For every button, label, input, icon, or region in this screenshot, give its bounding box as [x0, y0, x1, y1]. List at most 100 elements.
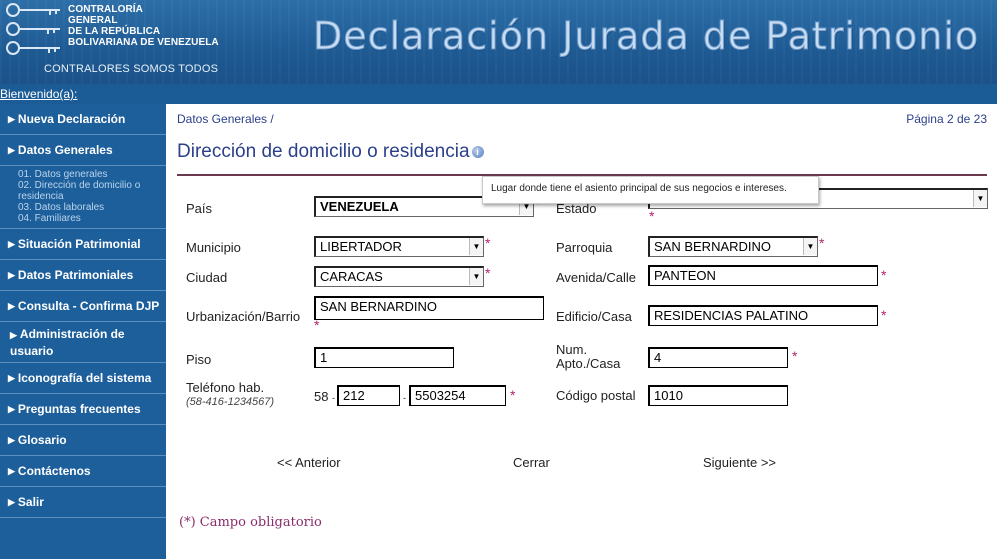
ciudad-value: CARACAS: [320, 269, 383, 284]
ciudad-select[interactable]: CARACAS ▼: [314, 266, 484, 287]
dropdown-arrow-icon: ▼: [973, 190, 987, 207]
apto-label-line2: Apto./Casa: [556, 356, 621, 371]
sidebar-item-label: Administración de usuario: [10, 326, 125, 358]
caret-right-icon: ▶: [8, 403, 15, 414]
telefono-area-input[interactable]: 212: [337, 385, 400, 406]
telefono-label: Teléfono hab. (58-416-1234567): [186, 381, 274, 409]
urbanizacion-label: Urbanización/Barrio: [186, 309, 301, 324]
sidebar: ▶ Nueva Declaración ▶ Datos Generales 01. …: [0, 104, 166, 559]
estado-required-mark: *: [649, 208, 655, 224]
municipio-select[interactable]: LIBERTADOR ▼: [314, 236, 484, 257]
caret-right-icon: ▶: [8, 113, 15, 124]
urbanizacion-input[interactable]: SAN BERNARDINO: [314, 296, 544, 320]
caret-right-icon: ▶: [8, 238, 15, 249]
section-title-text: Dirección de domicilio o residencia: [177, 141, 470, 162]
sidebar-item-glosario[interactable]: ▶ Glosario: [0, 425, 166, 456]
subnav-item-datos-laborales[interactable]: 03. Datos laborales: [18, 202, 166, 213]
municipio-value: LIBERTADOR: [320, 239, 402, 254]
organization-name: CONTRALORÍA GENERAL DE LA REPÚBLICA BOLI…: [68, 4, 219, 48]
main-content: Datos Generales / Página 2 de 23 Direcci…: [166, 104, 997, 559]
apto-input[interactable]: 4: [648, 347, 788, 368]
sidebar-item-preguntas[interactable]: ▶ Preguntas frecuentes: [0, 394, 166, 425]
required-footnote: (*) Campo obligatorio: [179, 515, 322, 530]
caret-right-icon: ▶: [8, 434, 15, 445]
edificio-input[interactable]: RESIDENCIAS PALATINO: [648, 305, 878, 326]
sidebar-item-datos-patrimoniales[interactable]: ▶ Datos Patrimoniales: [0, 260, 166, 291]
telefono-hint: (58-416-1234567): [186, 396, 275, 408]
welcome-link[interactable]: Bienvenido(a):: [0, 87, 77, 101]
caret-right-icon: ▶: [10, 329, 17, 340]
org-line-3: DE LA REPÚBLICA: [68, 26, 161, 37]
sidebar-item-nueva-declaracion[interactable]: ▶ Nueva Declaración: [0, 104, 166, 135]
header-banner: CONTRALORÍA GENERAL DE LA REPÚBLICA BOLI…: [0, 0, 997, 84]
sidebar-item-label: Preguntas frecuentes: [17, 402, 141, 416]
sidebar-item-salir[interactable]: ▶ Salir: [0, 487, 166, 518]
apto-label-line1: Num.: [556, 342, 588, 357]
sidebar-item-administracion[interactable]: ▶ Administración de usuario: [0, 322, 166, 363]
dropdown-arrow-icon: ▼: [469, 268, 483, 285]
sidebar-item-consulta[interactable]: ▶ Consulta - Confirma DJP: [0, 291, 166, 322]
avenida-input[interactable]: PANTEON: [648, 265, 878, 286]
telefono-separator: -: [332, 393, 335, 403]
municipio-required-mark: *: [485, 235, 491, 251]
org-line-2: GENERAL: [68, 15, 118, 26]
urbanizacion-required-mark: *: [314, 317, 320, 333]
sidebar-item-label: Consulta - Confirma DJP: [17, 299, 160, 313]
keys-logo-icon: [6, 3, 60, 55]
subnav-item-datos-generales[interactable]: 01. Datos generales: [18, 169, 166, 180]
sidebar-item-label: Salir: [17, 495, 44, 509]
section-title: Dirección de domicilio o residencia i: [177, 141, 484, 163]
caret-right-icon: ▶: [8, 465, 15, 476]
postal-label: Código postal: [556, 388, 636, 403]
apto-required-mark: *: [792, 348, 798, 364]
edificio-label: Edificio/Casa: [556, 309, 632, 324]
telefono-required-mark: *: [510, 387, 516, 403]
pais-label: País: [186, 201, 213, 216]
info-icon[interactable]: i: [471, 145, 484, 158]
dropdown-arrow-icon: ▼: [469, 238, 483, 255]
pais-value: VENEZUELA: [320, 199, 399, 214]
org-line-4: BOLIVARIANA DE VENEZUELA: [68, 37, 219, 48]
subnav-item-familiares[interactable]: 04. Familiares: [18, 213, 166, 224]
subnav-item-direccion[interactable]: 02. Dirección de domicilio o residencia: [18, 180, 166, 202]
close-link[interactable]: Cerrar: [513, 455, 550, 470]
caret-right-icon: ▶: [8, 144, 15, 155]
sidebar-item-contactenos[interactable]: ▶ Contáctenos: [0, 456, 166, 487]
telefono-number-input[interactable]: 5503254: [409, 385, 506, 406]
telefono-label-text: Teléfono hab.: [186, 380, 265, 395]
sidebar-item-label: Datos Patrimoniales: [17, 268, 134, 282]
page-indicator: Página 2 de 23: [906, 112, 987, 126]
municipio-label: Municipio: [186, 240, 241, 255]
sidebar-subnav-datos-generales: 01. Datos generales 02. Dirección de dom…: [0, 166, 166, 229]
postal-input[interactable]: 1010: [648, 385, 788, 406]
sidebar-item-label: Nueva Declaración: [17, 112, 126, 126]
parroquia-select[interactable]: SAN BERNARDINO ▼: [648, 236, 818, 257]
caret-right-icon: ▶: [8, 269, 15, 280]
sidebar-item-situacion-patrimonial[interactable]: ▶ Situación Patrimonial: [0, 229, 166, 260]
sidebar-item-datos-generales[interactable]: ▶ Datos Generales: [0, 135, 166, 166]
parroquia-label: Parroquia: [556, 240, 613, 255]
piso-label: Piso: [186, 352, 212, 367]
avenida-label: Avenida/Calle: [556, 270, 636, 285]
motto: CONTRALORES SOMOS TODOS: [44, 63, 219, 75]
caret-right-icon: ▶: [8, 300, 15, 311]
avenida-required-mark: *: [881, 267, 887, 283]
apto-label: Num. Apto./Casa: [556, 343, 620, 371]
next-link[interactable]: Siguiente >>: [703, 455, 776, 470]
caret-right-icon: ▶: [8, 496, 15, 507]
org-line-1: CONTRALORÍA: [68, 4, 143, 15]
breadcrumb[interactable]: Datos Generales /: [177, 112, 274, 126]
sidebar-item-label: Glosario: [17, 433, 67, 447]
piso-input[interactable]: 1: [314, 347, 454, 368]
page-banner-title: Declaración Jurada de Patrimonio: [312, 14, 980, 59]
sidebar-item-label: Iconografía del sistema: [17, 371, 152, 385]
edificio-required-mark: *: [881, 307, 887, 323]
caret-right-icon: ▶: [8, 372, 15, 383]
sidebar-item-iconografia[interactable]: ▶ Iconografía del sistema: [0, 363, 166, 394]
dropdown-arrow-icon: ▼: [803, 238, 817, 255]
sidebar-item-label: Contáctenos: [17, 464, 91, 478]
previous-link[interactable]: << Anterior: [277, 455, 341, 470]
ciudad-label: Ciudad: [186, 270, 228, 285]
telefono-country-code: 58: [314, 389, 329, 404]
sidebar-item-label: Situación Patrimonial: [17, 237, 141, 251]
